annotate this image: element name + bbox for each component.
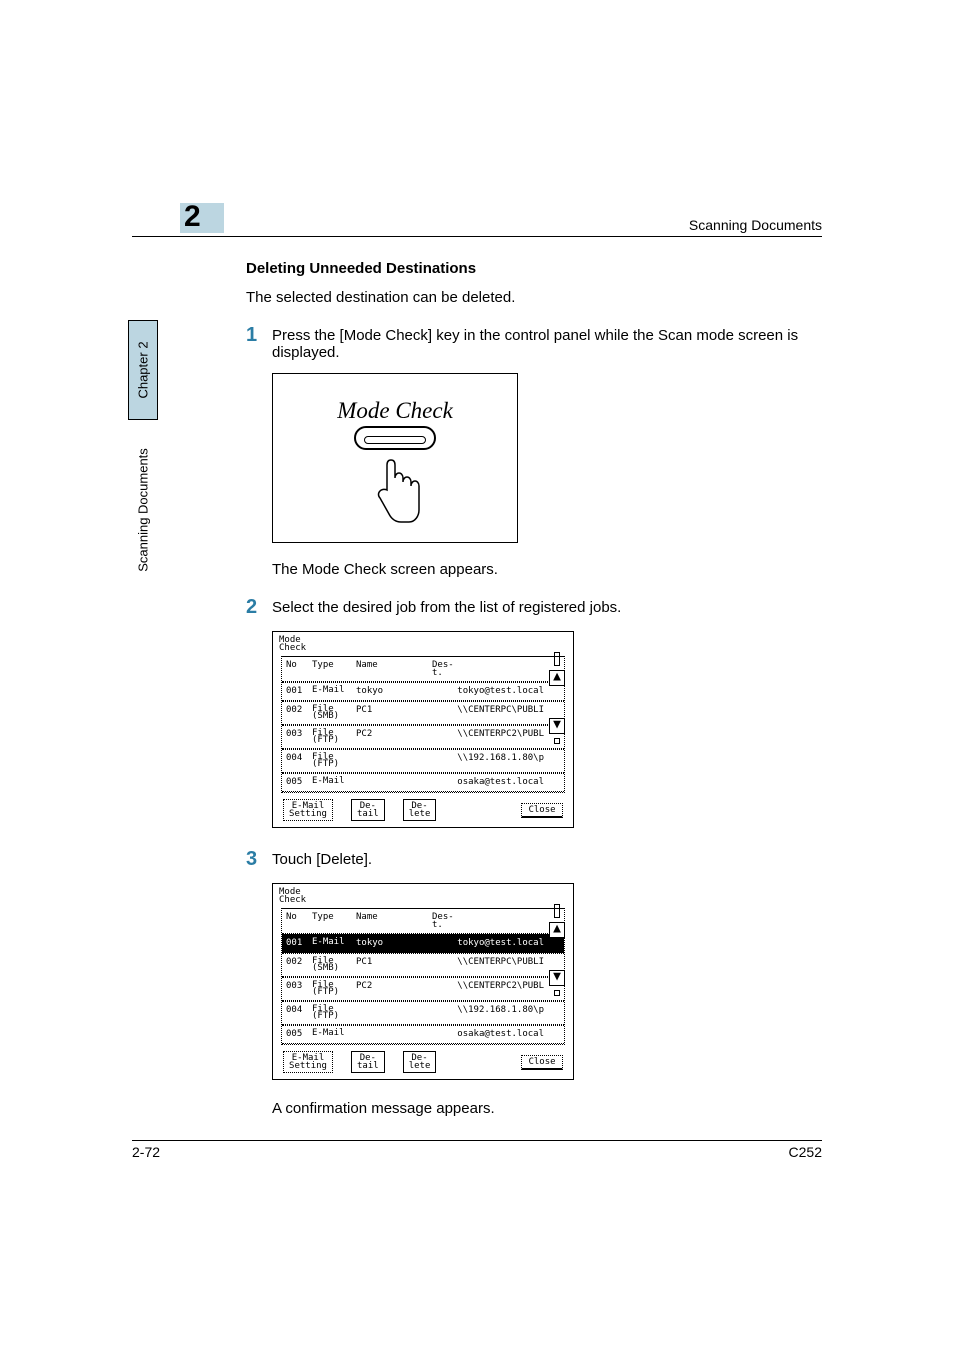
col-name: Name (352, 909, 412, 933)
table-row[interactable]: 004 File (FTP) \\192.168.1.80\p (282, 749, 564, 773)
col-dest: Des- t. (412, 657, 552, 681)
step-1-result: The Mode Check screen appears. (272, 561, 826, 578)
screen-buttons: E-Mail Setting De- tail De- lete Close (273, 1049, 573, 1079)
screen-table: No Type Name Des- t. 001 E-Mail tokyo to… (281, 656, 565, 793)
scroll-indicator (554, 990, 560, 996)
email-setting-button[interactable]: E-Mail Setting (283, 1051, 333, 1073)
col-type: Type (308, 657, 352, 681)
chapter-number: 2 (184, 200, 201, 234)
step-3: 3 Touch [Delete]. (246, 848, 826, 871)
screen-title-l2: Check (279, 643, 306, 653)
scroll-down-button[interactable]: ▼ (549, 718, 565, 734)
screen-mode-check-b: Mode Check No Type Name Des- t. 001 E-Ma… (272, 883, 574, 1080)
table-row[interactable]: 005 E-Mail osaka@test.local (282, 773, 564, 792)
screen-buttons: E-Mail Setting De- tail De- lete Close (273, 797, 573, 827)
close-button[interactable]: Close (521, 1055, 563, 1070)
hand-icon (367, 456, 423, 526)
screen-mode-check-a: Mode Check No Type Name Des- t. 001 E-Ma… (272, 631, 574, 828)
side-tab-chapter-text: Chapter 2 (136, 341, 151, 398)
scroll-up-button[interactable]: ▲ (549, 922, 565, 938)
scroll-down-button[interactable]: ▼ (549, 970, 565, 986)
table-row[interactable]: 005 E-Mail osaka@test.local (282, 1025, 564, 1044)
model-label: C252 (789, 1144, 822, 1160)
scroll-up-button[interactable]: ▲ (549, 670, 565, 686)
screen-table: No Type Name Des- t. 001 E-Mail tokyo to… (281, 908, 565, 1045)
col-no: No (282, 909, 308, 933)
table-row[interactable]: 001 E-Mail tokyo tokyo@test.local (282, 682, 564, 701)
table-row[interactable]: 002 File (SMB) PC1 \\CENTERPC\PUBLI (282, 701, 564, 725)
scroll-column: ▲ ▼ (549, 904, 565, 996)
col-dest: Des- t. (412, 909, 552, 933)
table-row[interactable]: 003 File (FTP) PC2 \\CENTERPC2\PUBL (282, 977, 564, 1001)
step-1: 1 Press the [Mode Check] key in the cont… (246, 324, 826, 361)
scroll-column: ▲ ▼ (549, 652, 565, 744)
section-intro: The selected destination can be deleted. (246, 289, 826, 306)
table-row[interactable]: 004 File (FTP) \\192.168.1.80\p (282, 1001, 564, 1025)
screen-title-l2: Check (279, 895, 306, 905)
step-2-number: 2 (246, 596, 272, 619)
screen-title: Mode Check (273, 884, 573, 906)
header-label: Scanning Documents (689, 217, 822, 233)
header-rule (132, 236, 822, 237)
side-tab: Chapter 2 Scanning Documents (128, 320, 158, 600)
footer-rule (132, 1140, 822, 1141)
mode-check-key-icon (354, 426, 436, 450)
figure-mode-check-label: Mode Check (337, 398, 453, 424)
scroll-indicator (554, 738, 560, 744)
step-2: 2 Select the desired job from the list o… (246, 596, 826, 619)
delete-button[interactable]: De- lete (403, 1051, 437, 1073)
email-setting-button[interactable]: E-Mail Setting (283, 799, 333, 821)
col-no: No (282, 657, 308, 681)
step-1-text: Press the [Mode Check] key in the contro… (272, 324, 826, 361)
step-1-number: 1 (246, 324, 272, 347)
side-tab-title: Scanning Documents (128, 430, 158, 590)
step-3-result: A confirmation message appears. (272, 1100, 826, 1117)
step-2-text: Select the desired job from the list of … (272, 596, 826, 616)
page-number: 2-72 (132, 1144, 160, 1160)
step-3-text: Touch [Delete]. (272, 848, 826, 868)
detail-button[interactable]: De- tail (351, 1051, 385, 1073)
close-button[interactable]: Close (521, 803, 563, 818)
table-row[interactable]: 002 File (SMB) PC1 \\CENTERPC\PUBLI (282, 953, 564, 977)
screen-title: Mode Check (273, 632, 573, 654)
step-3-number: 3 (246, 848, 272, 871)
table-row[interactable]: 003 File (FTP) PC2 \\CENTERPC2\PUBL (282, 725, 564, 749)
section-heading: Deleting Unneeded Destinations (246, 260, 826, 277)
col-name: Name (352, 657, 412, 681)
table-header: No Type Name Des- t. (282, 909, 564, 934)
col-type: Type (308, 909, 352, 933)
table-header: No Type Name Des- t. (282, 657, 564, 682)
table-row-selected[interactable]: 001 E-Mail tokyo tokyo@test.local (282, 934, 564, 953)
scroll-indicator (554, 652, 560, 666)
scroll-indicator (554, 904, 560, 918)
detail-button[interactable]: De- tail (351, 799, 385, 821)
delete-button[interactable]: De- lete (403, 799, 437, 821)
side-tab-chapter: Chapter 2 (128, 320, 158, 420)
figure-mode-check-key: Mode Check (272, 373, 518, 543)
side-tab-title-text: Scanning Documents (136, 448, 151, 572)
